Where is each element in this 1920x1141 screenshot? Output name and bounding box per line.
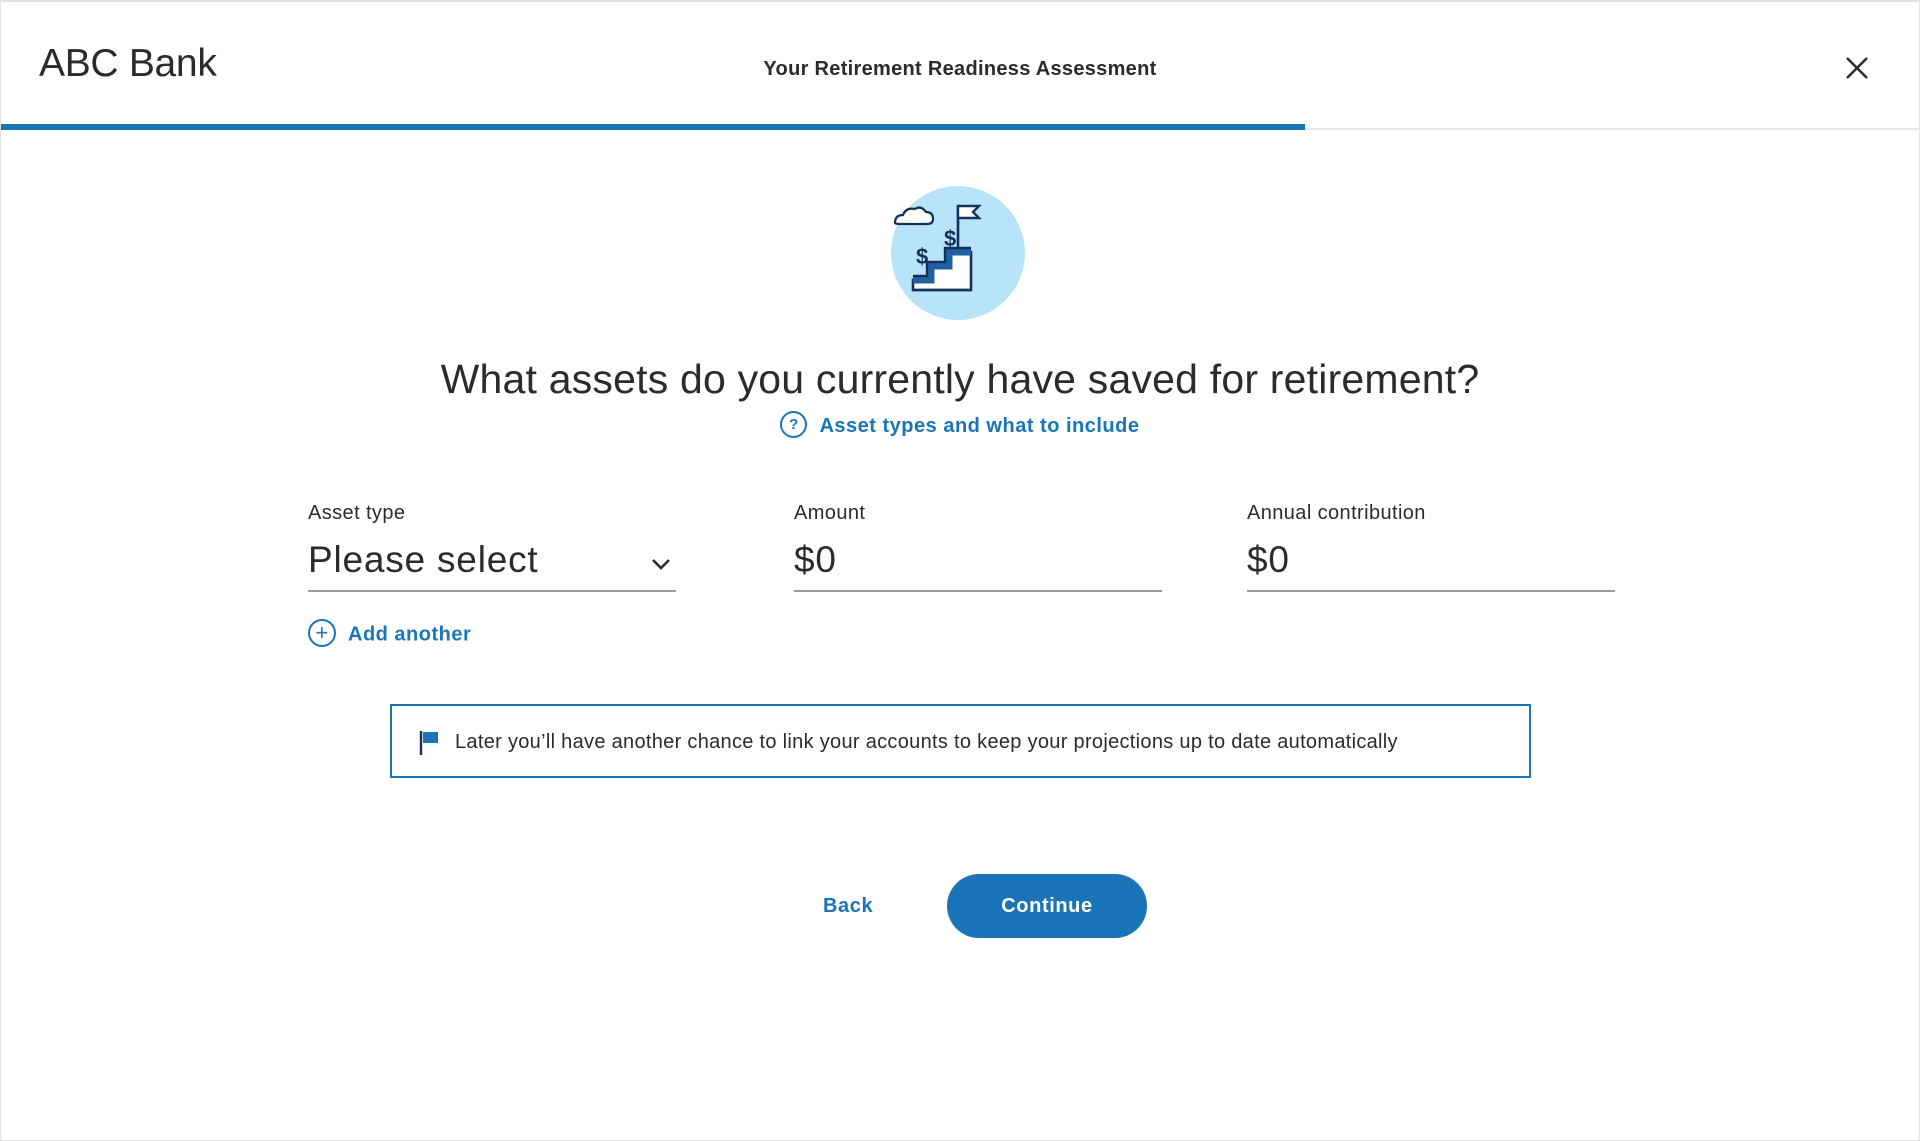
- progress-bar-fill: [1, 124, 1306, 130]
- back-button[interactable]: Back: [823, 895, 873, 918]
- continue-button[interactable]: Continue: [947, 874, 1147, 938]
- assessment-page: ABC Bank Your Retirement Readiness Asses…: [0, 0, 1920, 1141]
- question-heading: What assets do you currently have saved …: [440, 356, 1480, 402]
- page-title: Your Retirement Readiness Assessment: [763, 58, 1157, 80]
- chevron-down-icon: [652, 559, 670, 570]
- svg-text:$: $: [944, 226, 956, 251]
- annual-contribution-input-wrapper: [1247, 535, 1615, 592]
- annual-contribution-label: Annual contribution: [1247, 502, 1426, 524]
- asset-types-help-link[interactable]: ? Asset types and what to include: [1, 411, 1919, 440]
- add-another-label: Add another: [348, 623, 472, 646]
- close-button[interactable]: [1843, 54, 1871, 82]
- plus-circle-icon: +: [308, 619, 336, 647]
- asset-type-select[interactable]: Please select: [308, 535, 676, 592]
- annual-contribution-input[interactable]: [1247, 535, 1615, 585]
- header: ABC Bank Your Retirement Readiness Asses…: [1, 2, 1919, 130]
- progress-bar: [1, 124, 1919, 130]
- notice-text: Later you’ll have another chance to link…: [455, 731, 1398, 753]
- annual-contribution-field: Annual contribution: [1247, 502, 1615, 592]
- question-circle-icon: ?: [780, 411, 808, 438]
- amount-input-wrapper: [794, 535, 1162, 592]
- staircase-savings-icon: $ $: [891, 186, 1025, 320]
- info-notice: Later you’ll have another chance to link…: [390, 704, 1531, 778]
- close-icon: [1846, 57, 1868, 79]
- asset-type-value: Please select: [308, 539, 539, 580]
- help-link-label: Asset types and what to include: [819, 414, 1140, 437]
- asset-type-label: Asset type: [308, 502, 406, 524]
- svg-text:$: $: [916, 244, 928, 269]
- add-another-button[interactable]: + Add another: [308, 619, 472, 649]
- flag-icon: [419, 731, 438, 755]
- asset-type-field: Asset type Please select: [308, 502, 676, 592]
- amount-field: Amount: [794, 502, 1162, 592]
- amount-input[interactable]: [794, 535, 1162, 585]
- amount-label: Amount: [794, 502, 866, 524]
